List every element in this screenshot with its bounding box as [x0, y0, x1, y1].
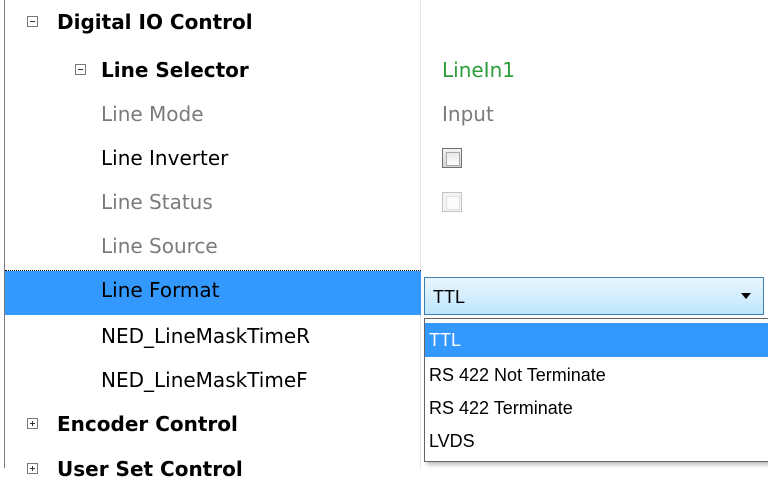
line-format-dropdown-list: TTL RS 422 Not Terminate RS 422 Terminat…: [424, 318, 768, 462]
expand-icon[interactable]: [27, 463, 38, 474]
row-line-selector[interactable]: Line Selector: [5, 48, 768, 92]
dropdown-option[interactable]: RS 422 Terminate: [425, 391, 768, 425]
dropdown-arrow-icon[interactable]: [741, 293, 751, 299]
row-ned-line-mask-time-r[interactable]: NED_LineMaskTimeR: [5, 314, 421, 358]
category-user-set-control[interactable]: User Set Control: [5, 447, 421, 491]
category-digital-io-control[interactable]: Digital IO Control: [5, 0, 768, 44]
line-mode-value: Input: [442, 102, 494, 126]
dropdown-option[interactable]: LVDS: [425, 424, 768, 458]
property-label: Line Format: [101, 278, 220, 302]
line-selector-value[interactable]: LineIn1: [442, 48, 515, 92]
row-line-format[interactable]: Line Format: [5, 271, 421, 315]
line-status-checkbox: [442, 192, 462, 212]
line-inverter-checkbox[interactable]: [442, 148, 462, 168]
category-encoder-control[interactable]: Encoder Control: [5, 402, 421, 446]
category-label: User Set Control: [57, 457, 243, 481]
dropdown-option[interactable]: TTL: [425, 323, 768, 357]
row-line-status[interactable]: Line Status: [5, 180, 768, 224]
line-format-combobox[interactable]: TTL: [424, 277, 764, 315]
property-label: Line Inverter: [101, 146, 229, 170]
row-line-source[interactable]: Line Source: [5, 224, 768, 268]
dropdown-option[interactable]: RS 422 Not Terminate: [425, 358, 768, 392]
focus-dotted-line: [5, 270, 421, 271]
property-label: NED_LineMaskTimeR: [101, 324, 311, 348]
combobox-value: TTL: [433, 287, 466, 307]
category-label: Digital IO Control: [57, 10, 253, 34]
property-label: Line Status: [101, 190, 213, 214]
collapse-icon[interactable]: [27, 16, 38, 27]
row-line-inverter[interactable]: Line Inverter: [5, 136, 768, 180]
expand-icon[interactable]: [27, 418, 38, 429]
property-label: Line Selector: [101, 58, 249, 82]
category-label: Encoder Control: [57, 412, 238, 436]
collapse-icon[interactable]: [75, 64, 86, 75]
row-ned-line-mask-time-f[interactable]: NED_LineMaskTimeF: [5, 358, 421, 402]
row-line-mode[interactable]: Line Mode: [5, 92, 768, 136]
property-label: NED_LineMaskTimeF: [101, 368, 308, 392]
property-label: Line Mode: [101, 102, 204, 126]
property-label: Line Source: [101, 234, 218, 258]
